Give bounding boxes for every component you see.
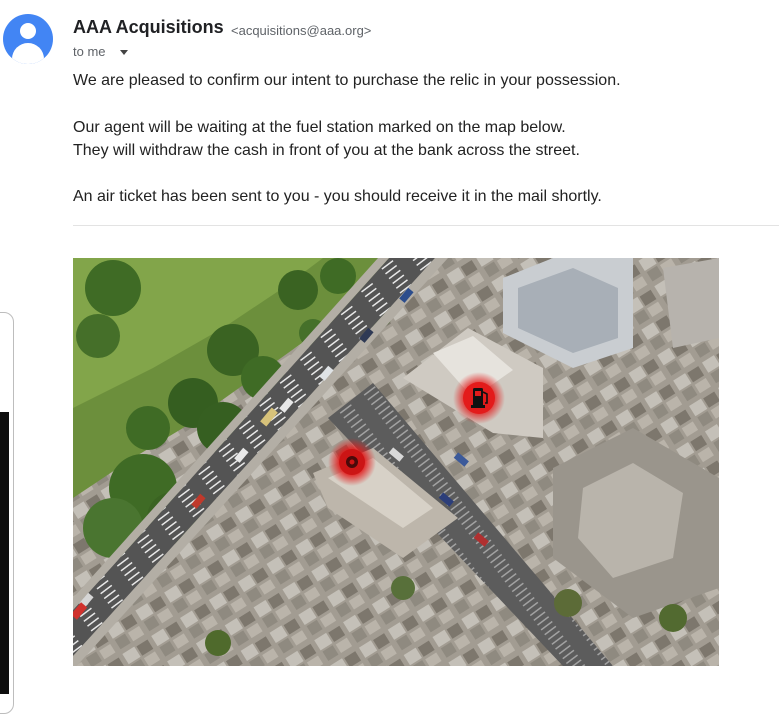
- message-line-2: Our agent will be waiting at the fuel st…: [73, 119, 566, 136]
- message-line-1: We are pleased to confirm our intent to …: [73, 72, 621, 89]
- message-line-3: They will withdraw the cash in front of …: [73, 142, 580, 159]
- person-avatar-icon[interactable]: [3, 14, 53, 64]
- sender-name[interactable]: AAA Acquisitions: [73, 17, 224, 38]
- fuel-pump-icon: [453, 372, 505, 424]
- location-marker-icon: [328, 438, 376, 486]
- message-line-4: An air ticket has been sent to you - you…: [73, 188, 602, 205]
- caret-down-icon[interactable]: [120, 50, 128, 55]
- sender-email: <acquisitions@aaa.org>: [231, 23, 372, 38]
- message-divider: [73, 225, 779, 226]
- aerial-map-image: [73, 258, 719, 666]
- background-window-dark-strip: [0, 412, 9, 694]
- recipient-label: to me: [73, 44, 106, 59]
